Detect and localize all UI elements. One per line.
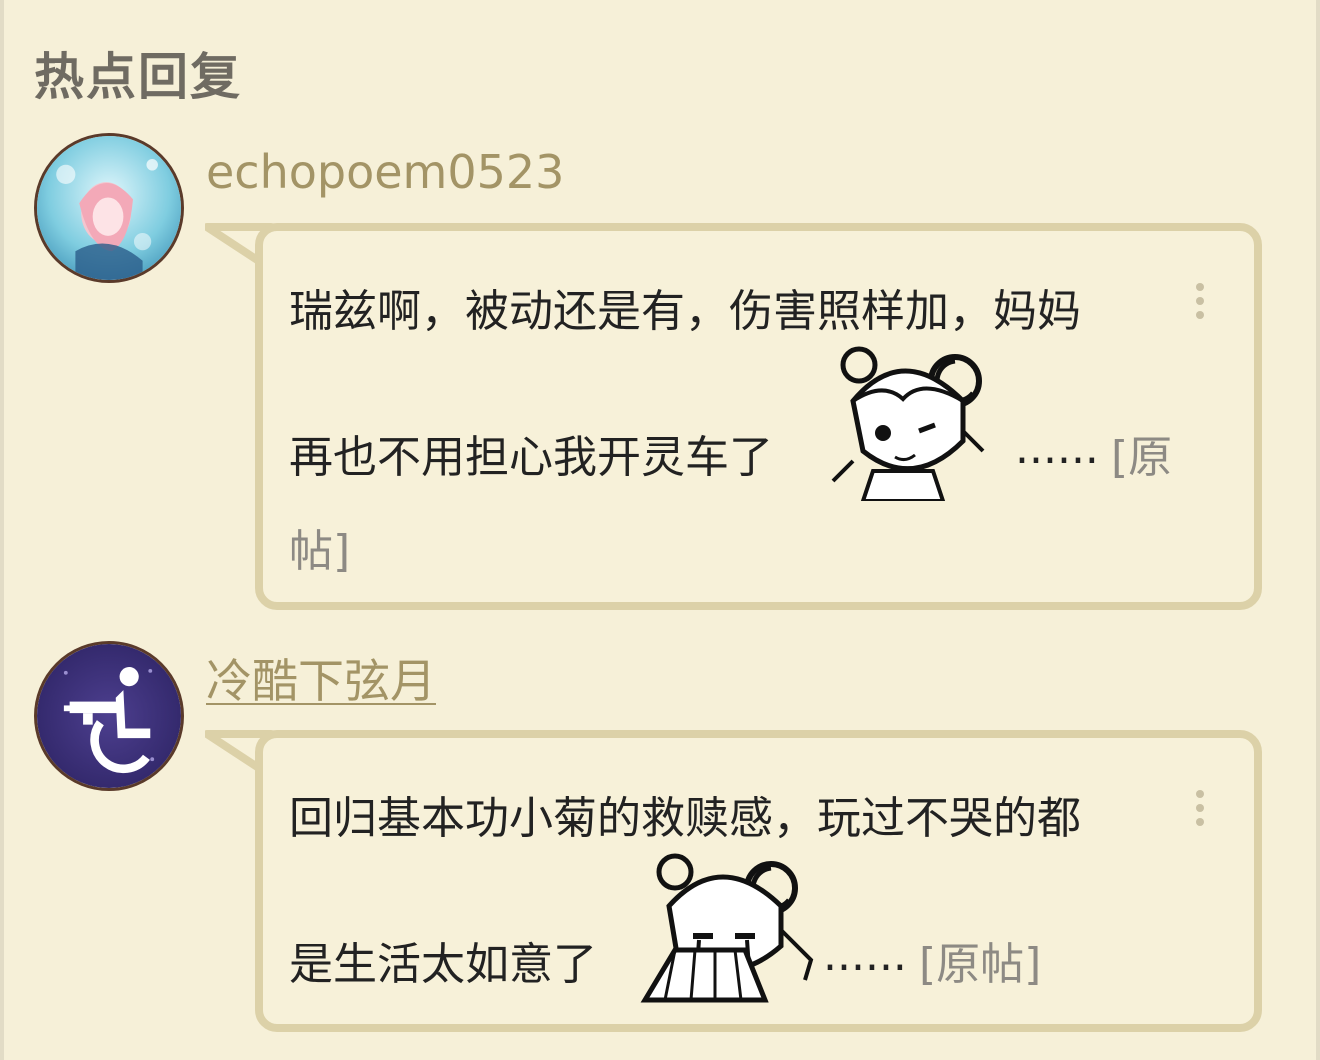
chibi-wink-sticker-icon [831, 346, 985, 501]
left-edge [0, 0, 4, 1060]
reply-text-line2: 再也不用担心我开灵车了 [289, 432, 773, 483]
avatar-echopoem[interactable] [34, 133, 184, 283]
more-options-icon[interactable] [1190, 283, 1210, 327]
avatar-lengku[interactable] [34, 641, 184, 791]
section-title: 热点回复 [34, 48, 242, 106]
reply-text-line2: 是生活太如意了 [289, 939, 597, 990]
more-options-icon[interactable] [1190, 790, 1210, 834]
chibi-crying-fan-sticker-icon [640, 853, 814, 1003]
username-lengku[interactable]: 冷酷下弦月 [206, 651, 436, 711]
anime-girl-avatar-icon [37, 136, 181, 280]
original-post-link-cont[interactable]: 帖] [289, 515, 350, 579]
username-echopoem[interactable]: echopoem0523 [206, 142, 564, 202]
reply-bubble-2: 回归基本功小菊的救赎感，玩过不哭的都 是生活太如意了 ...... [原帖] [255, 730, 1262, 1032]
reply-ellipsis: ...... [823, 930, 907, 981]
hot-replies-page: 热点回复 echopoem0523 瑞兹啊，被动还是有，伤害照样加，妈妈 再也不… [0, 0, 1320, 1060]
reply-text-line1: 回归基本功小菊的救赎感，玩过不哭的都 [289, 793, 1081, 844]
reply-bubble-1: 瑞兹啊，被动还是有，伤害照样加，妈妈 再也不用担心我开灵车了 ...... [原… [255, 223, 1262, 610]
right-edge [1316, 0, 1320, 1060]
original-post-link[interactable]: [原 [1111, 421, 1172, 485]
wheelchair-gun-avatar-icon [37, 644, 181, 788]
reply-text-line1: 瑞兹啊，被动还是有，伤害照样加，妈妈 [289, 286, 1081, 337]
original-post-link[interactable]: [原帖] [919, 928, 1041, 992]
reply-ellipsis: ...... [1015, 423, 1099, 474]
